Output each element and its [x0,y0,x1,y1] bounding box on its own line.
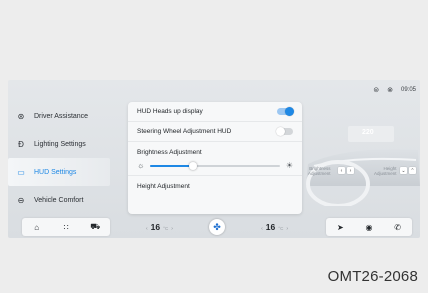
headlight-icon: Ð [18,139,24,149]
figure-code: OMT26-2068 [327,268,418,285]
right-temperature[interactable]: ‹ 16 °C › [261,222,288,232]
sidebar-item-vehicle-comfort[interactable]: ⊖ Vehicle Comfort [8,186,116,214]
brightness-adjust-caption: Brightness Adjustment [308,166,331,176]
bottom-dock: ⌂ ∷ ⛟ ‹ 16 °C › ✤ ‹ 16 °C › ➤ ◉ ✆ [8,216,420,238]
hud-readout: 220 [362,129,374,136]
sidebar: ⊛ Driver Assistance Ð Lighting Settings … [8,102,116,214]
hud-status-icon: ⊜ [373,86,380,94]
car-icon[interactable]: ⛟ [88,222,102,232]
sidebar-item-driver-assistance[interactable]: ⊛ Driver Assistance [8,102,116,130]
hud-display-toggle[interactable] [277,107,294,116]
brightness-decrease-button[interactable]: ‹ [338,167,345,174]
brightness-arrows: ‹ › [338,167,354,174]
sidebar-item-label: Driver Assistance [34,112,89,120]
brightness-slider-handle[interactable] [189,161,198,170]
infotainment-screen: ⊜ ⊗ 09:05 ⊛ Driver Assistance Ð Lighting… [8,80,420,238]
status-bar: ⊜ ⊗ 09:05 [373,84,416,96]
steering-adjust-label: Steering Wheel Adjustment HUD [137,128,232,135]
dock-right-group: ➤ ◉ ✆ [326,218,412,236]
music-icon[interactable]: ◉ [362,223,376,232]
signal-icon: ⊗ [387,86,393,94]
dock-left-group: ⌂ ∷ ⛟ [22,218,110,236]
hud-preview: 220 Brightness Adjustment ‹ › Height Adj… [306,116,420,208]
steering-adjust-toggle[interactable] [276,127,293,136]
sidebar-item-label: HUD Settings [34,168,77,176]
steering-adjust-row: Steering Wheel Adjustment HUD [128,122,302,142]
height-arrows: ⌄ ⌃ [400,167,416,174]
height-adjust-row[interactable]: Height Adjustment [128,176,302,196]
apps-icon[interactable]: ∷ [59,223,73,232]
steering-icon: ⊛ [17,111,25,121]
height-adjust-label: Height Adjustment [137,182,190,190]
brightness-slider-row: ☼ ☀ [128,156,302,176]
height-adjust-caption: Height Adjustment [374,166,397,176]
sidebar-item-label: Lighting Settings [34,140,86,148]
navigation-icon[interactable]: ➤ [333,223,347,232]
clock: 09:05 [400,87,416,93]
comfort-icon: ⊖ [17,195,25,205]
hud-icon: ▭ [17,167,25,177]
hud-display-row: HUD Heads up display [128,102,302,122]
climate-controls: ‹ 16 °C › ✤ ‹ 16 °C › [122,218,312,236]
left-temperature[interactable]: ‹ 16 °C › [146,222,173,232]
brightness-high-icon: ☀ [285,161,293,170]
height-up-button[interactable]: ⌃ [409,167,416,174]
sidebar-item-label: Vehicle Comfort [34,196,84,204]
brightness-slider[interactable] [150,161,280,170]
brightness-increase-button[interactable]: › [347,167,354,174]
brightness-label: Brightness Adjustment [137,149,202,156]
home-icon[interactable]: ⌂ [30,223,44,232]
sidebar-item-lighting-settings[interactable]: Ð Lighting Settings [8,130,116,158]
fan-icon[interactable]: ✤ [209,219,225,235]
sidebar-item-hud-settings[interactable]: ▭ HUD Settings [8,158,110,186]
hud-display-label: HUD Heads up display [137,108,203,115]
height-down-button[interactable]: ⌄ [400,167,407,174]
hud-settings-panel: HUD Heads up display Steering Wheel Adju… [128,102,302,214]
phone-icon[interactable]: ✆ [391,223,405,232]
brightness-low-icon: ☼ [137,161,145,170]
